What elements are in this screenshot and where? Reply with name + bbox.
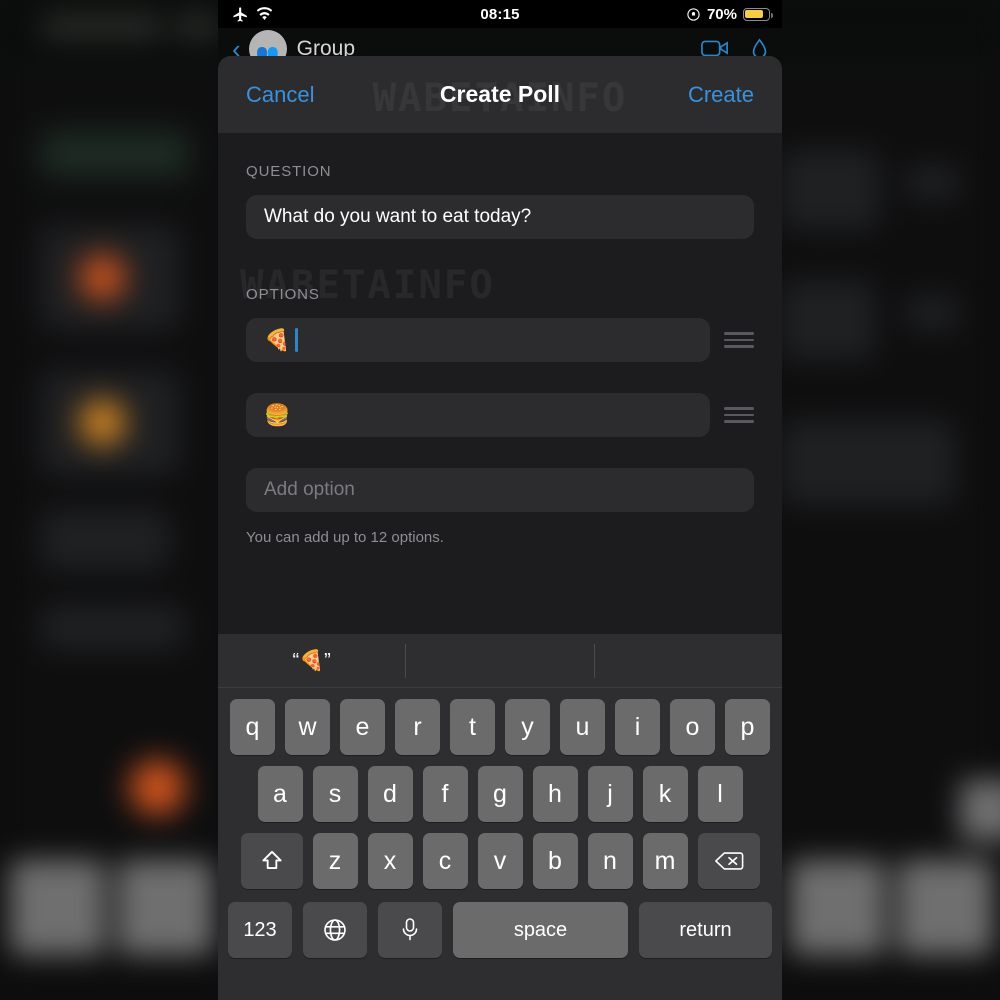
phone-viewport: 08:15 70% ‹ 👥 Group WABETAINFO Cancel Cr… [218, 0, 782, 1000]
prediction-slot-1[interactable]: “🍕” [218, 644, 405, 678]
options-section-label: OPTIONS [246, 286, 320, 303]
keyboard-row-4: 123 space return [218, 902, 782, 958]
globe-icon[interactable] [303, 902, 367, 958]
key-y[interactable]: y [505, 699, 550, 755]
numbers-key[interactable]: 123 [228, 902, 292, 958]
create-button[interactable]: Create [688, 82, 754, 108]
poll-form: WABETAINFO QUESTION What do you want to … [218, 133, 782, 546]
create-poll-sheet: WABETAINFO Cancel Create Poll Create WAB… [218, 56, 782, 1000]
key-h[interactable]: h [532, 766, 578, 822]
key-r[interactable]: r [395, 699, 440, 755]
key-b[interactable]: b [532, 833, 578, 889]
option-row: 🍔 [246, 393, 754, 437]
key-f[interactable]: f [422, 766, 468, 822]
key-c[interactable]: c [422, 833, 468, 889]
microphone-icon[interactable] [378, 902, 442, 958]
keyboard-row-1: q w e r t y u i o p [218, 699, 782, 755]
options-hint: You can add up to 12 options. [246, 529, 444, 546]
return-key[interactable]: return [639, 902, 772, 958]
key-g[interactable]: g [477, 766, 523, 822]
key-p[interactable]: p [725, 699, 770, 755]
keyboard-row-2: a s d f g h j k l [218, 766, 782, 822]
key-l[interactable]: l [697, 766, 743, 822]
option-row: 🍕 [246, 318, 754, 362]
key-i[interactable]: i [615, 699, 660, 755]
screen: 08:15 70% ‹ 👥 Group WABETAINFO Cancel Cr… [0, 0, 1000, 1000]
rotation-lock-icon [686, 7, 701, 22]
key-u[interactable]: u [560, 699, 605, 755]
add-option-input[interactable]: Add option [246, 468, 754, 512]
key-x[interactable]: x [367, 833, 413, 889]
key-v[interactable]: v [477, 833, 523, 889]
key-m[interactable]: m [642, 833, 688, 889]
key-s[interactable]: s [312, 766, 358, 822]
sheet-navbar: WABETAINFO Cancel Create Poll Create [218, 56, 782, 133]
backspace-icon[interactable] [697, 833, 760, 889]
question-input[interactable]: What do you want to eat today? [246, 195, 754, 239]
text-caret [295, 328, 299, 352]
onscreen-keyboard: “🍕” q w e r t y u i o p a s d f g h j k … [218, 634, 782, 1000]
question-section-label: QUESTION [246, 163, 332, 180]
key-j[interactable]: j [587, 766, 633, 822]
key-k[interactable]: k [642, 766, 688, 822]
drag-handle-icon[interactable] [724, 407, 754, 423]
prediction-bar: “🍕” [218, 634, 782, 688]
battery-icon [743, 7, 773, 21]
key-e[interactable]: e [340, 699, 385, 755]
key-t[interactable]: t [450, 699, 495, 755]
key-q[interactable]: q [230, 699, 275, 755]
hamburger-emoji: 🍔 [264, 403, 291, 427]
key-w[interactable]: w [285, 699, 330, 755]
option-input-1[interactable]: 🍕 [246, 318, 710, 362]
key-d[interactable]: d [367, 766, 413, 822]
key-z[interactable]: z [312, 833, 358, 889]
key-n[interactable]: n [587, 833, 633, 889]
shift-icon[interactable] [240, 833, 303, 889]
prediction-slot-3[interactable] [593, 643, 782, 678]
space-key[interactable]: space [453, 902, 628, 958]
battery-percent: 70% [706, 5, 737, 23]
drag-handle-icon[interactable] [724, 332, 754, 348]
option-input-2[interactable]: 🍔 [246, 393, 710, 437]
status-bar: 08:15 70% [218, 0, 782, 28]
key-a[interactable]: a [257, 766, 303, 822]
key-o[interactable]: o [670, 699, 715, 755]
prediction-slot-2[interactable] [405, 643, 593, 678]
pizza-emoji: 🍕 [264, 328, 291, 352]
keyboard-row-3: z x c v b n m [218, 833, 782, 889]
